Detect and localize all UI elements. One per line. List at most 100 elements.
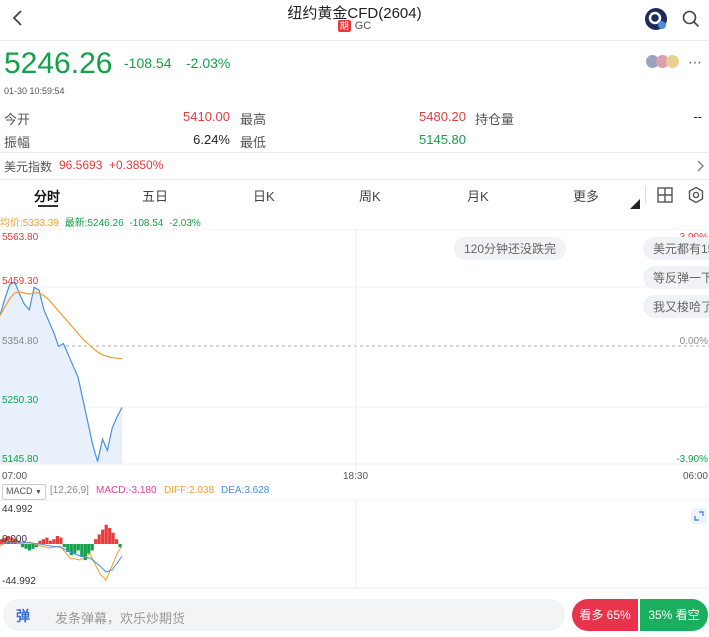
macd-bar xyxy=(80,544,84,557)
corner-triangle-icon xyxy=(630,199,640,209)
macd-bar xyxy=(59,537,63,544)
danmu-chip[interactable]: 我又梭哈了 xyxy=(643,295,709,318)
intraday-chart[interactable] xyxy=(0,228,709,471)
macd-bar xyxy=(41,539,45,544)
macd-bar xyxy=(108,528,112,544)
macd-bar xyxy=(31,544,35,549)
period-tabs: 分时 五日 日K 周K 月K 更多 xyxy=(0,180,709,210)
price-change: -108.54 xyxy=(124,55,172,71)
search-icon[interactable] xyxy=(682,10,700,28)
time-axis-start: 07:00 xyxy=(2,471,28,482)
macd-chart[interactable] xyxy=(0,499,709,590)
macd-bar xyxy=(115,539,119,544)
legend-avg: 均价:5333.39 xyxy=(0,218,59,229)
tab-daily-k[interactable]: 日K xyxy=(253,186,275,205)
macd-axis-bottom: -44.992 xyxy=(2,576,36,587)
bear-button[interactable]: 35% 看空 xyxy=(640,599,708,631)
macd-axis-top: 44.992 xyxy=(2,504,33,515)
high-label: 最高 xyxy=(240,112,267,127)
macd-axis-zero: 0.000 xyxy=(2,534,28,545)
quote-time: 01-30 10:59:54 xyxy=(4,86,65,96)
price-axis-lower: 5250.30 xyxy=(2,395,39,406)
danmu-icon: 弹 xyxy=(16,608,30,624)
macd-bar xyxy=(76,544,80,551)
low-label: 最低 xyxy=(240,135,267,150)
diff-value: DIFF:2.038 xyxy=(164,485,215,496)
danmu-chip[interactable]: 美元都有15 xyxy=(643,237,709,260)
danmu-input[interactable]: 弹 发条弹幕，欢乐炒期货 xyxy=(3,599,565,631)
dxy-value: 96.5693 xyxy=(59,158,103,172)
dxy-row[interactable]: 美元指数 96.5693 +0.3850% xyxy=(0,154,709,178)
settings-icon[interactable] xyxy=(687,186,705,204)
macd-bar xyxy=(104,524,108,544)
macd-bar xyxy=(94,539,98,544)
app-logo-icon[interactable] xyxy=(644,7,668,31)
tab-weekly-k[interactable]: 周K xyxy=(359,186,381,205)
macd-bar xyxy=(73,544,77,554)
macd-value: MACD:-3.180 xyxy=(96,485,157,496)
futures-badge: 期 xyxy=(337,20,351,32)
macd-bar xyxy=(48,540,52,544)
more-icon[interactable]: ⋯ xyxy=(688,54,702,71)
avatar xyxy=(666,55,679,68)
macd-bar xyxy=(87,544,91,554)
macd-bar xyxy=(111,532,115,544)
dxy-change: +0.3850% xyxy=(109,158,164,172)
contract-code: 期 GC xyxy=(337,20,372,32)
macd-legend: MACD ▼ [12,26,9] MACD:-3.180 DIFF:2.038 … xyxy=(0,484,709,500)
bottom-bar: 弹 发条弹幕，欢乐炒期货 看多 65% 35% 看空 xyxy=(0,596,709,637)
price-axis-upper: 5459.30 xyxy=(2,276,39,287)
intraday-chart-svg xyxy=(0,228,709,471)
price-axis-top: 5563.80 xyxy=(2,232,39,243)
dxy-label: 美元指数 xyxy=(4,160,53,174)
open-value: 5410.00 xyxy=(183,109,230,124)
macd-bar xyxy=(27,544,32,551)
tab-more[interactable]: 更多 xyxy=(573,186,599,205)
indicator-select[interactable]: MACD ▼ xyxy=(2,484,46,500)
macd-chart-svg xyxy=(0,499,709,590)
open-interest-value: -- xyxy=(693,109,702,124)
amplitude-value: 6.24% xyxy=(193,132,230,147)
caret-down-icon: ▼ xyxy=(35,489,42,496)
macd-bar xyxy=(90,544,94,551)
open-interest-label: 持仓量 xyxy=(475,112,515,127)
macd-params: [12,26,9] xyxy=(50,485,89,496)
open-label: 今开 xyxy=(4,112,31,127)
low-value: 5145.80 xyxy=(419,132,466,147)
danmu-chip[interactable]: 120分钟还没跌完 xyxy=(454,237,567,260)
time-axis-end: 06:00 xyxy=(682,471,708,482)
macd-bar xyxy=(52,539,56,544)
macd-bar xyxy=(101,529,105,544)
grid-layout-icon[interactable] xyxy=(656,186,674,204)
danmu-chip[interactable]: 等反弹一下 xyxy=(643,266,709,289)
tab-monthly-k[interactable]: 月K xyxy=(467,186,489,205)
tab-intraday-indicator xyxy=(38,205,58,207)
price-area xyxy=(0,281,122,464)
amplitude-label: 振幅 xyxy=(4,135,31,150)
last-price: 5246.26 xyxy=(4,47,113,80)
tab-intraday[interactable]: 分时 xyxy=(34,186,60,205)
divider xyxy=(0,152,709,153)
high-value: 5480.20 xyxy=(419,109,466,124)
macd-bar xyxy=(62,544,66,548)
pct-axis-mid: 0.00% xyxy=(679,336,708,347)
macd-bar xyxy=(69,544,73,556)
time-axis-middle: 18:30 xyxy=(343,471,369,482)
price-change-pct: -2.03% xyxy=(186,55,231,71)
macd-bar xyxy=(97,534,101,544)
pct-axis-bottom: -3.90% xyxy=(676,454,708,465)
macd-bar xyxy=(45,537,49,544)
chart-legend: 均价:5333.39 最新:5246.26 -108.54 -2.03% xyxy=(0,214,201,229)
danmu-placeholder: 发条弹幕，欢乐炒期货 xyxy=(55,611,186,626)
dea-value: DEA:3.628 xyxy=(221,485,270,496)
bull-button[interactable]: 看多 65% xyxy=(572,599,638,631)
avatar-group[interactable] xyxy=(646,55,682,69)
legend-pct: -2.03% xyxy=(169,218,201,229)
expand-icon[interactable] xyxy=(691,508,707,524)
legend-change: -108.54 xyxy=(129,218,164,229)
diff-line xyxy=(0,539,123,581)
macd-bar xyxy=(55,536,59,544)
chevron-right-icon xyxy=(697,160,705,172)
tab-five-day[interactable]: 五日 xyxy=(142,186,168,205)
header-divider xyxy=(0,40,709,41)
